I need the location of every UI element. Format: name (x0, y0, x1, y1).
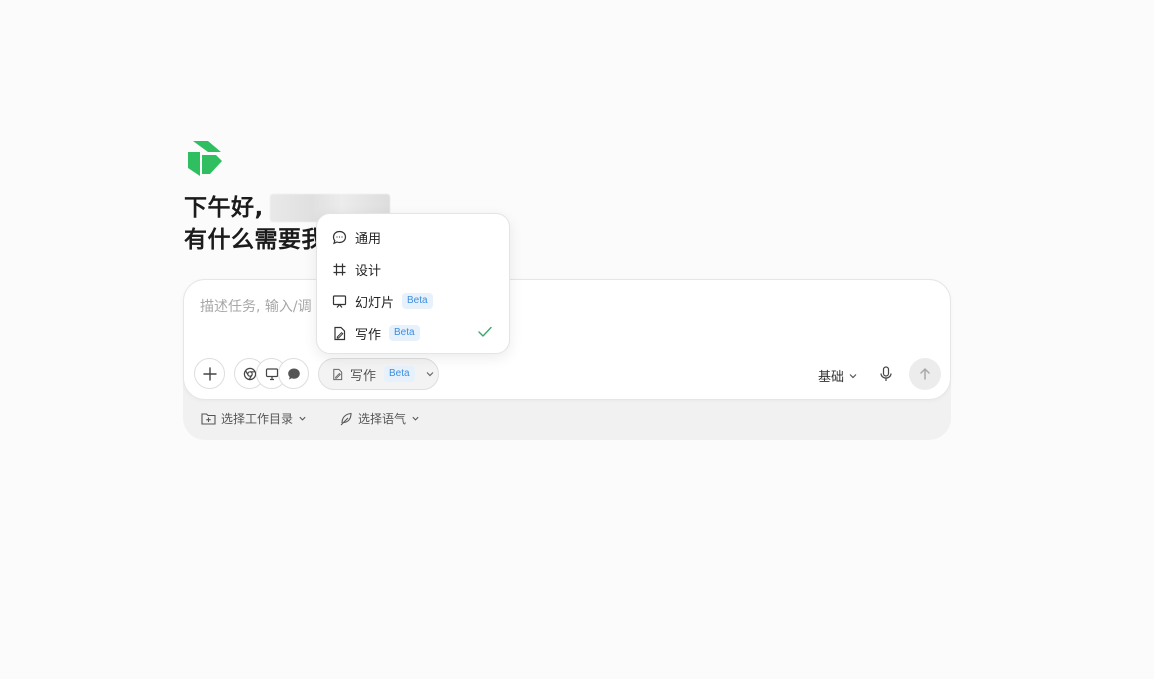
menu-item-label: 写作 (355, 327, 382, 343)
menu-item-label: 幻灯片 (355, 295, 395, 311)
composer-panel: 描述任务, 输入/调 写作 Beta 基础 选择工作目录 选择语气 (183, 279, 951, 440)
arrow-up-icon (920, 368, 930, 380)
model-selector[interactable]: 基础 (818, 366, 858, 385)
checkmark-icon (477, 325, 493, 343)
chevron-down-icon (849, 373, 857, 378)
chat-bubble-filled-icon (287, 368, 300, 379)
mode-label: 写作 (350, 368, 377, 384)
composer-options-bar: 选择工作目录 选择语气 (201, 410, 420, 427)
chevron-down-icon (412, 416, 419, 421)
task-input-box[interactable]: 描述任务, 输入/调 写作 Beta 基础 (183, 279, 951, 400)
add-attachment-button[interactable] (194, 358, 225, 389)
microphone-icon (880, 366, 892, 381)
chat-tool-button[interactable] (278, 358, 309, 389)
workdir-label: 选择工作目录 (221, 412, 294, 426)
menu-item-design[interactable]: 设计 (317, 253, 509, 285)
plus-icon (202, 366, 217, 381)
chrome-icon (243, 367, 256, 380)
mode-selector[interactable]: 写作 Beta (318, 358, 439, 390)
app-logo-icon (186, 138, 224, 178)
greeting-line-1: 下午好, (184, 195, 264, 221)
model-label: 基础 (818, 370, 845, 385)
menu-item-label: 通用 (355, 231, 382, 247)
menu-item-general[interactable]: 通用 (317, 221, 509, 253)
hash-frame-icon (331, 261, 347, 277)
chevron-down-icon (299, 416, 306, 421)
select-workdir-button[interactable]: 选择工作目录 (201, 410, 307, 427)
chat-bubble-icon (331, 229, 347, 245)
task-input-placeholder[interactable]: 描述任务, 输入/调 (200, 296, 312, 316)
send-button[interactable] (909, 358, 941, 390)
document-edit-icon (333, 368, 343, 380)
menu-item-slides[interactable]: 幻灯片 Beta (317, 285, 509, 317)
beta-badge: Beta (402, 293, 433, 309)
beta-badge: Beta (389, 325, 420, 341)
tone-label: 选择语气 (358, 412, 407, 426)
folder-add-icon (201, 413, 216, 425)
voice-input-button[interactable] (876, 364, 896, 384)
monitor-icon (265, 367, 278, 380)
greeting-line-2: 有什么需要我 (184, 227, 325, 253)
menu-item-writing[interactable]: 写作 Beta (317, 317, 509, 349)
beta-badge: Beta (384, 366, 415, 382)
mode-dropdown-menu: 通用 设计 幻灯片 Beta 写作 Beta (316, 213, 510, 354)
tool-toggles (234, 358, 312, 389)
menu-item-label: 设计 (355, 263, 382, 279)
chevron-down-icon (426, 372, 434, 377)
document-edit-icon (331, 325, 347, 341)
feather-icon (340, 412, 352, 425)
presentation-icon (331, 293, 347, 309)
select-tone-button[interactable]: 选择语气 (339, 410, 420, 427)
